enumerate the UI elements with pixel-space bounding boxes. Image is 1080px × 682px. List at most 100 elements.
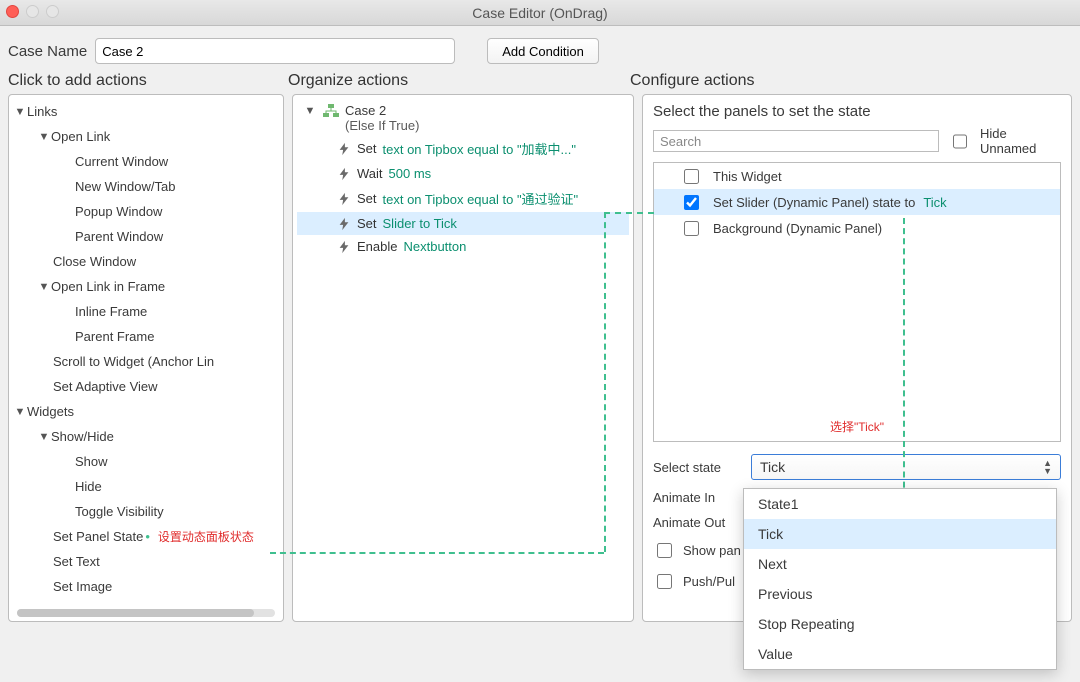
maximize-icon[interactable] — [46, 5, 59, 18]
chevron-down-icon: ▼ — [37, 131, 51, 143]
tree-label: Popup Window — [75, 204, 162, 219]
tree-label: Set Text — [53, 554, 100, 569]
panel-checkbox[interactable] — [684, 195, 699, 210]
action-row[interactable]: Enable Nextbutton — [297, 235, 629, 258]
tree-group-showhide[interactable]: ▼ Show/Hide — [9, 424, 283, 449]
tree-item[interactable]: Set Text — [9, 549, 283, 574]
panel-list-row[interactable]: Set Slider (Dynamic Panel) state to Tick — [654, 189, 1060, 215]
tree-group-openlink[interactable]: ▼ Open Link — [9, 124, 283, 149]
animate-out-label: Animate Out — [653, 515, 745, 530]
show-panel-checkbox[interactable] — [657, 543, 672, 558]
minimize-icon[interactable] — [26, 5, 39, 18]
show-panel-label: Show pan — [683, 543, 741, 558]
panel-list: This Widget Set Slider (Dynamic Panel) st… — [653, 162, 1061, 442]
action-key: Enable — [357, 239, 397, 254]
case-name-row: Case Name Add Condition — [0, 26, 1080, 72]
close-icon[interactable] — [6, 5, 19, 18]
tree-item[interactable]: New Window/Tab — [9, 174, 283, 199]
tree-label: Open Link in Frame — [51, 279, 165, 294]
action-value: Nextbutton — [403, 239, 466, 254]
tree-item[interactable]: Show — [9, 449, 283, 474]
dropdown-item[interactable]: Previous — [744, 579, 1056, 609]
case-title: Case 2 — [345, 103, 419, 118]
case-name-input[interactable] — [95, 38, 455, 64]
state-dropdown-menu: State1TickNextPreviousStop RepeatingValu… — [743, 488, 1057, 670]
action-key: Set — [357, 216, 377, 231]
tree-item[interactable]: Close Window — [9, 249, 283, 274]
add-condition-button[interactable]: Add Condition — [487, 38, 599, 64]
tree-label: Show/Hide — [51, 429, 114, 444]
push-pull-checkbox[interactable] — [657, 574, 672, 589]
action-row[interactable]: Set Slider to Tick — [297, 212, 629, 235]
tree-label: Set Panel State — [53, 529, 143, 544]
tree-label: Toggle Visibility — [75, 504, 164, 519]
case-header[interactable]: ▼ Case 2 (Else If True) — [297, 101, 629, 135]
header-organize: Organize actions — [288, 72, 630, 90]
tree-item[interactable]: Popup Window — [9, 199, 283, 224]
tree-label: Inline Frame — [75, 304, 147, 319]
action-value: text on Tipbox equal to "通过验证" — [383, 189, 579, 208]
tree-item[interactable]: Inline Frame — [9, 299, 283, 324]
section-headers: Click to add actions Organize actions Co… — [0, 72, 1080, 90]
tree-label: Show — [75, 454, 108, 469]
organize-panel: ▼ Case 2 (Else If True) Set text on Tipb… — [292, 94, 634, 622]
tree-group-links[interactable]: ▼ Links — [9, 99, 283, 124]
tree-item[interactable]: Set Image — [9, 574, 283, 599]
dropdown-item[interactable]: State1 — [744, 489, 1056, 519]
chevron-down-icon: ▼ — [37, 281, 51, 293]
panel-list-row[interactable]: Background (Dynamic Panel) — [654, 215, 1060, 241]
dropdown-item[interactable]: Next — [744, 549, 1056, 579]
tree-item[interactable]: Toggle Visibility — [9, 499, 283, 524]
tree-item-setpanelstate[interactable]: Set Panel State • 设置动态面板状态 — [9, 524, 283, 549]
window-title: Case Editor (OnDrag) — [472, 5, 607, 21]
action-row[interactable]: Set text on Tipbox equal to "通过验证" — [297, 185, 629, 212]
tree-item[interactable]: Hide — [9, 474, 283, 499]
action-value: 500 ms — [389, 166, 432, 181]
hide-unnamed-checkbox[interactable] — [953, 134, 967, 149]
panel-checkbox[interactable] — [684, 221, 699, 236]
action-key: Set — [357, 191, 377, 206]
tree-label: Set Image — [53, 579, 112, 594]
tree-label: Links — [27, 104, 57, 119]
tree-item[interactable]: Current Window — [9, 149, 283, 174]
dropdown-item[interactable]: Tick — [744, 519, 1056, 549]
tree-group-widgets[interactable]: ▼ Widgets — [9, 399, 283, 424]
search-input[interactable] — [653, 130, 939, 152]
panel-list-row[interactable]: This Widget — [654, 163, 1060, 189]
tree-group-openframe[interactable]: ▼ Open Link in Frame — [9, 274, 283, 299]
select-state-value: Tick — [760, 459, 785, 475]
tree-item[interactable]: Parent Frame — [9, 324, 283, 349]
tree-label: Scroll to Widget (Anchor Lin — [53, 354, 214, 369]
chevron-down-icon: ▼ — [13, 106, 27, 118]
actions-panel: ▼ Links ▼ Open Link Current Window New W… — [8, 94, 284, 622]
header-click: Click to add actions — [8, 72, 288, 90]
tree-label: Parent Window — [75, 229, 163, 244]
select-state-dropdown[interactable]: Tick ▲▼ — [751, 454, 1061, 480]
window-controls — [6, 5, 59, 18]
tree-item[interactable]: Parent Window — [9, 224, 283, 249]
panel-checkbox[interactable] — [684, 169, 699, 184]
tree-label: Current Window — [75, 154, 168, 169]
action-row[interactable]: Wait 500 ms — [297, 162, 629, 185]
panel-label: This Widget — [713, 169, 782, 184]
animate-in-label: Animate In — [653, 490, 745, 505]
annotation-note: 设置动态面板状态 — [158, 528, 254, 545]
tree-label: Hide — [75, 479, 102, 494]
panel-label: Background (Dynamic Panel) — [713, 221, 882, 236]
dropdown-item[interactable]: Value — [744, 639, 1056, 669]
header-configure: Configure actions — [630, 72, 1072, 90]
panel-label: Set Slider (Dynamic Panel) state to — [713, 195, 915, 210]
action-row[interactable]: Set text on Tipbox equal to "加载中..." — [297, 135, 629, 162]
actions-tree: ▼ Links ▼ Open Link Current Window New W… — [9, 95, 283, 621]
flow-icon — [323, 104, 339, 118]
dropdown-item[interactable]: Stop Repeating — [744, 609, 1056, 639]
action-value: Slider to Tick — [383, 216, 457, 231]
action-key: Wait — [357, 166, 383, 181]
horizontal-scrollbar[interactable] — [17, 609, 275, 617]
tree-item[interactable]: Scroll to Widget (Anchor Lin — [9, 349, 283, 374]
updown-icon: ▲▼ — [1043, 459, 1052, 475]
hide-unnamed-label: Hide Unnamed — [980, 126, 1061, 156]
tree-item[interactable]: Set Adaptive View — [9, 374, 283, 399]
action-key: Set — [357, 141, 377, 156]
annotation-note: 选择"Tick" — [654, 418, 1060, 435]
